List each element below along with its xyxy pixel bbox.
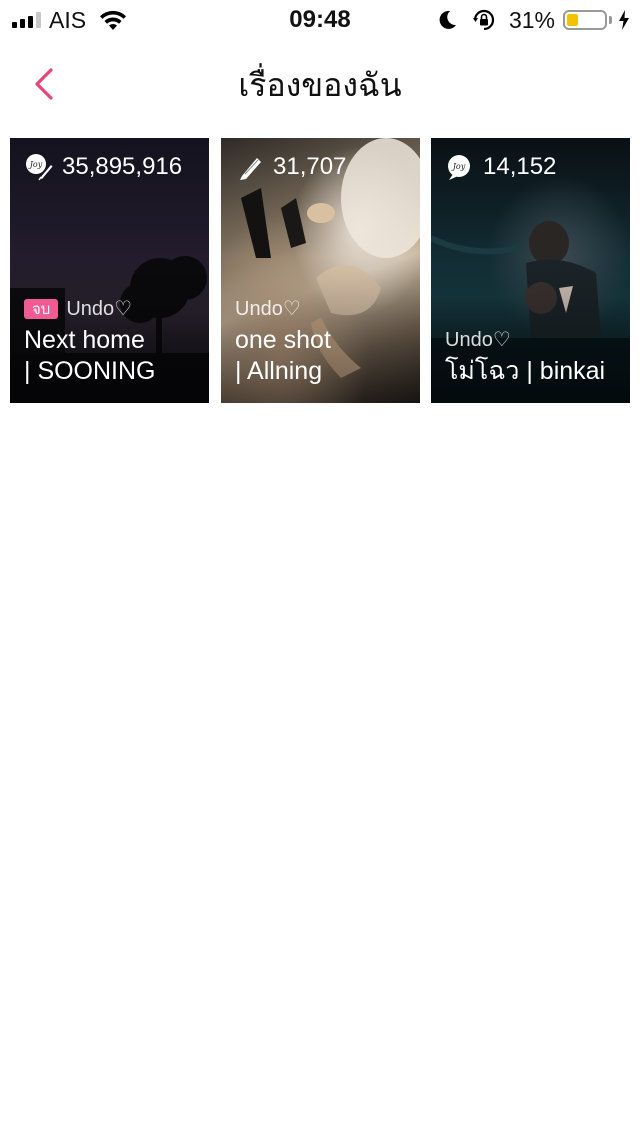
status-bar: AIS 09:48 31% <box>0 0 640 40</box>
read-count-value: 31,707 <box>273 153 347 180</box>
story-author: Undo♡ <box>445 329 511 351</box>
joylada-bubble-icon: Joy <box>448 155 470 180</box>
story-author: Undo♡ <box>66 298 133 320</box>
battery-percent: 31% <box>508 7 555 33</box>
rotation-lock-icon <box>472 9 495 31</box>
read-count: 31,707 <box>235 152 346 182</box>
story-title-line: โม่โฉว | binkai <box>445 357 606 385</box>
story-title: one shot | Allning <box>235 325 412 387</box>
story-meta-row: Undo♡ <box>445 326 622 354</box>
story-meta: Undo♡ โม่โฉว | binkai <box>445 326 622 387</box>
story-meta: Undo♡ one shot | Allning <box>235 295 412 387</box>
pen-icon <box>240 158 261 180</box>
read-count: Joy 14,152 <box>445 152 556 182</box>
story-grid: Joy 35,895,916 จบ Undo♡ Next home | SOON… <box>10 138 630 403</box>
page-title: เรื่องของฉัน <box>238 66 402 104</box>
svg-text:Joy: Joy <box>451 162 466 171</box>
read-count-value: 14,152 <box>483 153 557 180</box>
story-title: โม่โฉว | binkai <box>445 356 622 387</box>
story-card[interactable]: 31,707 Undo♡ one shot | Allning <box>221 138 420 403</box>
story-meta-row: Undo♡ <box>235 295 412 323</box>
nav-bar: เรื่องของฉัน <box>0 44 640 126</box>
story-title-line: Next home <box>24 326 145 354</box>
story-card[interactable]: Joy 14,152 Undo♡ โม่โฉว | binkai <box>431 138 630 403</box>
story-author: Undo♡ <box>235 298 301 320</box>
story-title-line: one shot <box>235 326 331 354</box>
battery-icon <box>563 10 607 30</box>
story-meta: จบ Undo♡ Next home | SOONING <box>24 295 201 387</box>
battery-fill <box>567 14 579 26</box>
story-title: Next home | SOONING <box>24 325 201 387</box>
story-title-line: | Allning <box>235 357 323 385</box>
joylada-feather-icon: Joy <box>26 154 53 181</box>
status-badge: จบ <box>24 299 59 319</box>
moon-icon <box>439 10 456 29</box>
read-count-value: 35,895,916 <box>62 153 183 180</box>
svg-text:Joy: Joy <box>28 160 43 169</box>
read-count: Joy 35,895,916 <box>24 152 182 182</box>
story-meta-row: จบ Undo♡ <box>24 295 201 323</box>
battery-tip <box>609 16 612 24</box>
story-card[interactable]: Joy 35,895,916 จบ Undo♡ Next home | SOON… <box>10 138 209 403</box>
story-title-line: | SOONING <box>24 357 156 385</box>
status-right: 31% <box>437 6 630 34</box>
charging-bolt-icon <box>619 10 629 30</box>
